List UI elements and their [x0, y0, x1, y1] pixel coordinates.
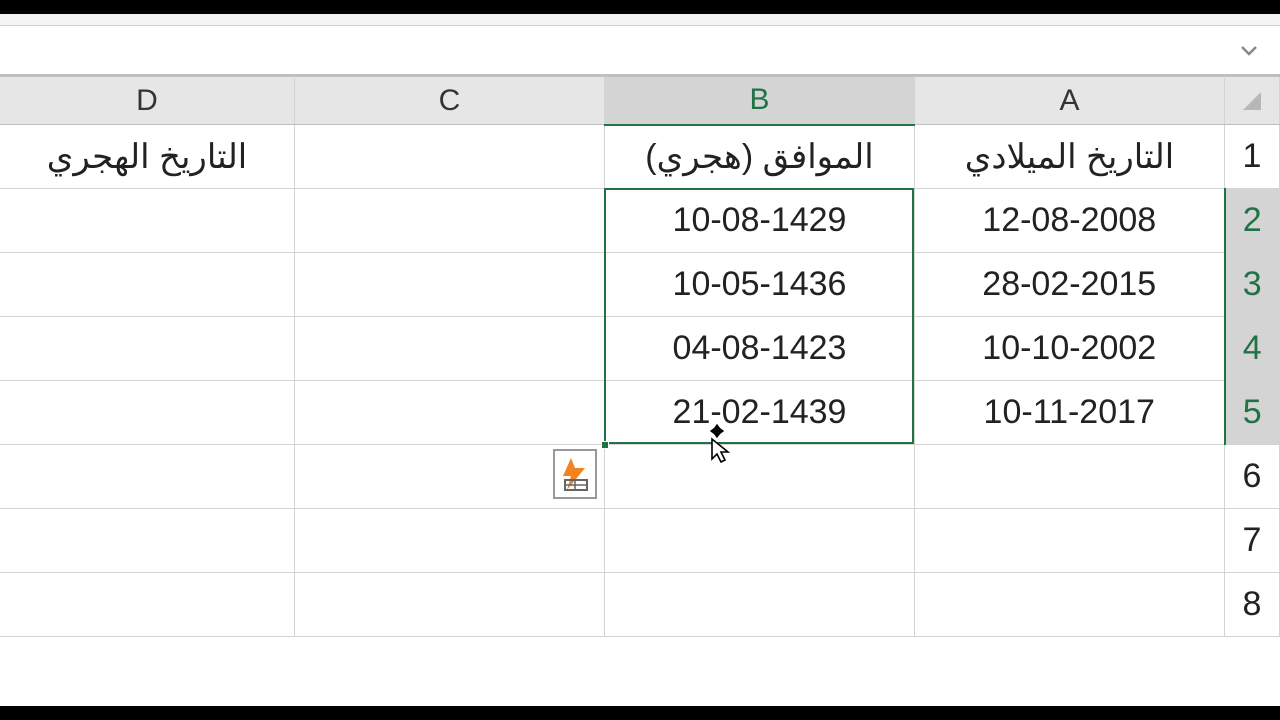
table-row: 5 10-11-2017 21-02-1439 — [0, 381, 1280, 445]
column-headers-row[interactable]: A B C D — [0, 77, 1280, 125]
table-row: 4 10-10-2002 04-08-1423 — [0, 317, 1280, 381]
cell-value: الموافق (هجري) — [645, 138, 873, 176]
table-row: 3 28-02-2015 10-05-1436 — [0, 253, 1280, 317]
cell-B1[interactable]: الموافق (هجري) — [605, 125, 915, 189]
column-header-c[interactable]: C — [295, 77, 605, 125]
cell-A6[interactable] — [915, 445, 1225, 509]
column-header-b[interactable]: B — [605, 77, 915, 125]
cell-B8[interactable] — [605, 573, 915, 637]
table-row: 7 — [0, 509, 1280, 573]
cell-B5[interactable]: 21-02-1439 — [605, 381, 915, 445]
row-header-4[interactable]: 4 — [1225, 317, 1280, 381]
cell-D3[interactable] — [0, 253, 295, 317]
cell-C8[interactable] — [295, 573, 605, 637]
cell-C4[interactable] — [295, 317, 605, 381]
cell-B3[interactable]: 10-05-1436 — [605, 253, 915, 317]
cell-D1[interactable]: التاريخ الهجري — [0, 125, 295, 189]
cell-value: 10-10-2002 — [982, 329, 1156, 367]
table-row: 6 — [0, 445, 1280, 509]
window-top-border — [0, 0, 1280, 14]
cell-A1[interactable]: التاريخ الميلادي — [915, 125, 1225, 189]
table-row: 1 التاريخ الميلادي الموافق (هجري) التاري… — [0, 125, 1280, 189]
table-row: 8 — [0, 573, 1280, 637]
formula-bar[interactable] — [0, 26, 1280, 76]
cell-B2[interactable]: 10-08-1429 — [605, 189, 915, 253]
row-header-7[interactable]: 7 — [1225, 509, 1280, 573]
table-row: 2 12-08-2008 10-08-1429 — [0, 189, 1280, 253]
cell-value: 28-02-2015 — [982, 265, 1156, 303]
worksheet-grid[interactable]: A B C D 1 التاريخ الميلادي الموافق (هجري… — [0, 76, 1280, 637]
expand-formula-bar-icon[interactable] — [1238, 39, 1260, 61]
cell-value: 10-05-1436 — [673, 265, 847, 303]
row-header-1[interactable]: 1 — [1225, 125, 1280, 189]
cell-value: 10-11-2017 — [984, 393, 1155, 431]
cell-D6[interactable] — [0, 445, 295, 509]
cell-value: التاريخ الهجري — [47, 138, 248, 176]
cell-A4[interactable]: 10-10-2002 — [915, 317, 1225, 381]
cell-value: 10-08-1429 — [673, 201, 847, 239]
cell-value: 04-08-1423 — [673, 329, 847, 367]
cell-B6[interactable] — [605, 445, 915, 509]
column-header-a[interactable]: A — [915, 77, 1225, 125]
cell-A7[interactable] — [915, 509, 1225, 573]
cell-D5[interactable] — [0, 381, 295, 445]
window-bottom-border — [0, 706, 1280, 720]
cell-A2[interactable]: 12-08-2008 — [915, 189, 1225, 253]
ribbon-area — [0, 14, 1280, 26]
row-header-2[interactable]: 2 — [1225, 189, 1280, 253]
cell-C5[interactable] — [295, 381, 605, 445]
cell-D4[interactable] — [0, 317, 295, 381]
fill-handle[interactable] — [601, 441, 609, 449]
cell-D2[interactable] — [0, 189, 295, 253]
cell-C2[interactable] — [295, 189, 605, 253]
select-all-corner[interactable] — [1225, 77, 1280, 125]
cell-A8[interactable] — [915, 573, 1225, 637]
cell-value: التاريخ الميلادي — [965, 138, 1174, 176]
cell-D8[interactable] — [0, 573, 295, 637]
row-header-6[interactable]: 6 — [1225, 445, 1280, 509]
cell-A5[interactable]: 10-11-2017 — [915, 381, 1225, 445]
cell-D7[interactable] — [0, 509, 295, 573]
cell-B4[interactable]: 04-08-1423 — [605, 317, 915, 381]
row-header-5[interactable]: 5 — [1225, 381, 1280, 445]
cell-value: 21-02-1439 — [673, 393, 847, 431]
column-header-d[interactable]: D — [0, 77, 295, 125]
cell-B7[interactable] — [605, 509, 915, 573]
cell-C1[interactable] — [295, 125, 605, 189]
cell-value: 12-08-2008 — [982, 201, 1156, 239]
flash-fill-options-button[interactable] — [553, 449, 597, 499]
cell-C3[interactable] — [295, 253, 605, 317]
row-header-3[interactable]: 3 — [1225, 253, 1280, 317]
row-header-8[interactable]: 8 — [1225, 573, 1280, 637]
cell-C7[interactable] — [295, 509, 605, 573]
cell-A3[interactable]: 28-02-2015 — [915, 253, 1225, 317]
